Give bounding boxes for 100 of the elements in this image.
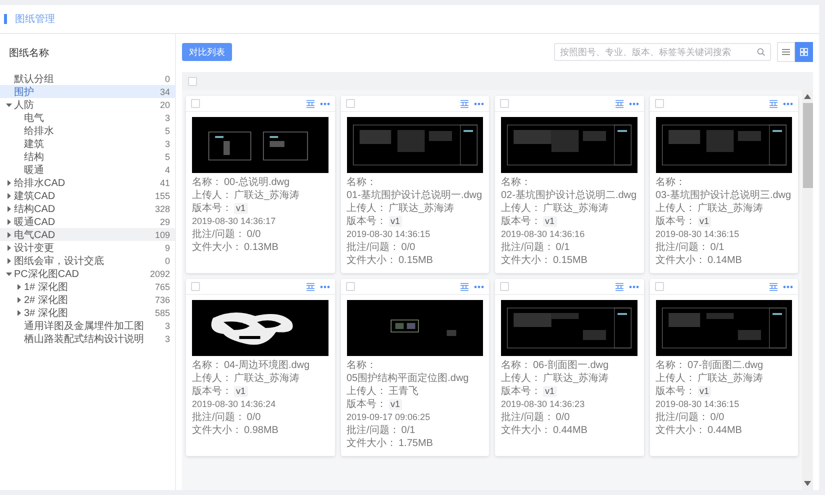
field-label: 文件大小： (346, 254, 396, 267)
caret-down-icon[interactable] (6, 270, 12, 276)
search-icon[interactable] (757, 48, 765, 56)
field-value: 0/0 (246, 411, 261, 424)
card-checkbox[interactable] (654, 99, 664, 108)
tree-item[interactable]: 给排水 5 (0, 124, 175, 137)
field-value: 广联达_苏海涛 (698, 372, 764, 385)
caret-right-icon[interactable] (6, 258, 12, 264)
card-checkbox[interactable] (346, 99, 354, 108)
card-checkbox[interactable] (191, 282, 200, 291)
field-label: 文件大小： (192, 241, 242, 254)
field-label: 版本号： (656, 215, 696, 228)
field-value: 02-基坑围护设计总说明二.dwg (501, 189, 637, 202)
tree-item[interactable]: 给排水CAD 41 (0, 176, 175, 189)
field-value: 2019-08-30 14:36:16 (501, 228, 585, 241)
card-checkbox[interactable] (191, 99, 200, 108)
field-label: 上传人： (346, 385, 386, 398)
grid-view-toggle[interactable] (795, 42, 813, 62)
list-icon[interactable] (782, 48, 790, 56)
compare-icon[interactable] (614, 282, 624, 290)
tree-item[interactable]: 栖山路装配式结构设计说明 3 (0, 332, 175, 345)
tree-item[interactable]: 1# 深化图 765 (0, 280, 175, 293)
tree-item[interactable]: 默认分组 0 (0, 72, 175, 85)
field-value: 07-剖面图二.dwg (688, 359, 764, 372)
scroll-up-icon[interactable] (804, 94, 811, 99)
caret-right-icon[interactable] (6, 244, 12, 250)
compare-icon[interactable] (769, 100, 778, 108)
version-badge: v1 (234, 203, 248, 214)
field-label: 上传人： (346, 202, 386, 215)
tree-item[interactable]: 人防 20 (0, 98, 175, 111)
more-icon[interactable] (783, 102, 793, 106)
tree-item[interactable]: 建筑CAD 155 (0, 189, 175, 202)
field-label: 批注/问题： (346, 424, 400, 437)
card-checkbox[interactable] (500, 282, 509, 291)
compare-icon[interactable] (769, 282, 778, 290)
card-checkbox[interactable] (500, 99, 509, 108)
field-label: 批注/问题： (656, 411, 708, 424)
compare-icon[interactable] (614, 100, 624, 108)
compare-icon[interactable] (460, 282, 469, 290)
field-value: 2019-08-30 14:36:17 (192, 215, 276, 228)
field-value: 2019-08-30 14:36:23 (501, 398, 585, 411)
more-icon[interactable] (474, 102, 484, 106)
field-value: 0/1 (556, 241, 570, 254)
caret-right-icon[interactable] (16, 310, 22, 316)
tree-item[interactable]: 2# 深化图 736 (0, 293, 175, 306)
field-label: 版本号： (501, 385, 541, 398)
caret-right-icon[interactable] (16, 296, 22, 302)
card-checkbox[interactable] (346, 282, 354, 291)
tree-item[interactable]: 围护 34 (0, 85, 175, 98)
compare-icon[interactable] (306, 282, 314, 290)
search-field[interactable]: 按照图号、专业、版本、标签等关键词搜索 (554, 43, 771, 61)
field-label: 名称： (501, 359, 531, 372)
tree-item[interactable]: 结构 5 (0, 150, 175, 163)
caret-down-icon[interactable] (6, 102, 12, 108)
tree-item[interactable]: 暖通 4 (0, 163, 175, 176)
caret-right-icon[interactable] (6, 180, 12, 186)
compare-icon[interactable] (460, 100, 469, 108)
field-value: 广联达_苏海涛 (234, 189, 300, 202)
compare-icon[interactable] (306, 100, 314, 108)
tree-item[interactable]: 暖通CAD 29 (0, 215, 175, 228)
field-value: 2019-08-30 14:36:15 (656, 228, 740, 241)
more-icon[interactable] (320, 284, 330, 288)
scroll-down-icon[interactable] (804, 481, 811, 486)
more-icon[interactable] (628, 284, 638, 288)
more-icon[interactable] (474, 284, 484, 288)
select-all-checkbox[interactable] (188, 76, 197, 86)
grid-icon[interactable] (800, 48, 808, 56)
version-badge: v1 (698, 386, 712, 397)
tree-item[interactable]: PC深化图CAD 2092 (0, 267, 175, 280)
field-value: 0.44MB (553, 424, 588, 437)
field-label: 文件大小： (501, 254, 551, 267)
caret-right-icon[interactable] (6, 218, 12, 224)
more-icon[interactable] (628, 102, 638, 106)
caret-right-icon[interactable] (6, 192, 12, 198)
tree-item[interactable]: 电气 3 (0, 111, 175, 124)
caret-right-icon[interactable] (6, 206, 12, 212)
tree-item[interactable]: 图纸会审，设计交底 0 (0, 254, 175, 267)
field-label: 名称： (656, 176, 686, 189)
version-badge: v1 (388, 399, 402, 410)
caret-right-icon[interactable] (16, 284, 22, 290)
card-checkbox[interactable] (654, 282, 664, 291)
tree-item[interactable]: 结构CAD 328 (0, 202, 175, 215)
version-badge: v1 (543, 386, 557, 397)
caret-right-icon[interactable] (6, 232, 12, 238)
list-view-toggle[interactable] (777, 42, 795, 62)
version-badge: v1 (543, 216, 557, 227)
tree-item[interactable]: 电气CAD 109 (0, 228, 175, 241)
more-icon[interactable] (320, 102, 330, 106)
tree-item[interactable]: 建筑 3 (0, 137, 175, 150)
field-value: 1.75MB (398, 437, 433, 450)
field-label: 批注/问题： (501, 411, 554, 424)
field-value: 0/0 (246, 228, 261, 241)
tree-item[interactable]: 通用详图及金属埋件加工图 3 (0, 319, 175, 332)
scroll-thumb[interactable] (802, 103, 812, 188)
more-icon[interactable] (783, 284, 793, 288)
tree-item[interactable]: 3# 深化图 585 (0, 306, 175, 319)
field-label: 上传人： (656, 202, 696, 215)
tree-item[interactable]: 设计变更 9 (0, 241, 175, 254)
field-label: 批注/问题： (346, 241, 400, 254)
field-value: 2019-08-30 14:36:15 (346, 228, 430, 241)
